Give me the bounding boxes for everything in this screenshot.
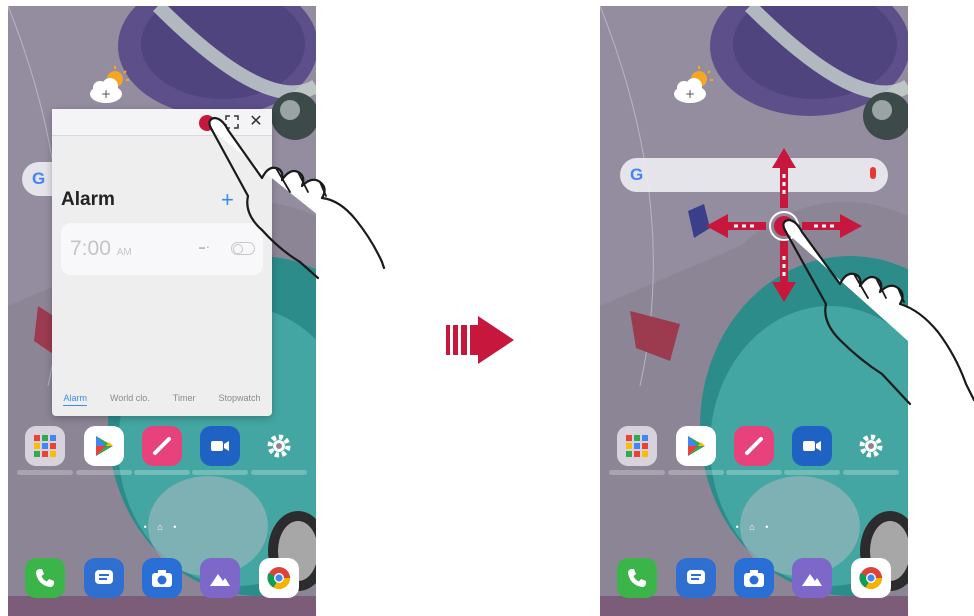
page-indicator: • ⌂ • bbox=[735, 522, 773, 532]
play-store-icon[interactable] bbox=[75, 426, 132, 475]
svg-text:+: + bbox=[101, 87, 111, 101]
google-logo: G bbox=[630, 165, 644, 184]
home-apps-row bbox=[600, 426, 908, 475]
tab-stopwatch[interactable]: Stopwatch bbox=[218, 393, 260, 406]
weather-icon[interactable]: + bbox=[670, 66, 716, 106]
left-phone-screen: + G ✕ Alarm + 7:00 AM ▬ ▪ Alarm World cl… bbox=[8, 6, 316, 616]
phone-icon[interactable] bbox=[617, 558, 658, 598]
weather-icon[interactable]: + bbox=[86, 66, 132, 106]
alarm-popup-window[interactable]: ✕ Alarm + 7:00 AM ▬ ▪ Alarm World clo. T… bbox=[52, 109, 272, 416]
apps-folder-icon[interactable] bbox=[609, 426, 666, 475]
alarm-toggle[interactable] bbox=[231, 242, 255, 255]
camera-icon[interactable] bbox=[733, 558, 774, 598]
home-apps-row bbox=[8, 426, 316, 475]
video-icon[interactable] bbox=[784, 426, 841, 475]
dock bbox=[8, 558, 316, 598]
tab-timer[interactable]: Timer bbox=[173, 393, 196, 406]
gallery-icon[interactable] bbox=[792, 558, 833, 598]
page-indicator: • ⌂ • bbox=[143, 522, 181, 532]
mic-icon[interactable] bbox=[870, 167, 876, 179]
pencil-icon[interactable] bbox=[133, 426, 190, 475]
tab-alarm[interactable]: Alarm bbox=[63, 393, 87, 406]
chrome-icon[interactable] bbox=[850, 558, 891, 598]
alarm-time: 7:00 AM bbox=[70, 237, 132, 260]
alarm-title: Alarm bbox=[61, 189, 115, 210]
transition-arrow-icon bbox=[446, 316, 514, 364]
tab-world-clock[interactable]: World clo. bbox=[110, 393, 150, 406]
settings-icon[interactable] bbox=[842, 426, 899, 475]
dock bbox=[600, 558, 908, 598]
chrome-icon[interactable] bbox=[258, 558, 299, 598]
messages-icon[interactable] bbox=[675, 558, 716, 598]
add-alarm-button[interactable]: + bbox=[221, 187, 234, 213]
popup-titlebar[interactable]: ✕ bbox=[52, 109, 272, 136]
play-store-icon[interactable] bbox=[667, 426, 724, 475]
google-logo: G bbox=[32, 169, 46, 188]
svg-text:+: + bbox=[685, 87, 695, 101]
alarm-item-card[interactable]: 7:00 AM ▬ ▪ bbox=[61, 223, 263, 275]
alarm-ampm: AM bbox=[116, 247, 132, 258]
right-phone-screen: + G • ⌂ • bbox=[600, 6, 908, 616]
pencil-icon[interactable] bbox=[725, 426, 782, 475]
messages-icon[interactable] bbox=[83, 558, 124, 598]
alarm-tab-bar: Alarm World clo. Timer Stopwatch bbox=[52, 393, 272, 406]
phone-icon[interactable] bbox=[25, 558, 66, 598]
gallery-icon[interactable] bbox=[200, 558, 241, 598]
apps-folder-icon[interactable] bbox=[17, 426, 74, 475]
camera-icon[interactable] bbox=[141, 558, 182, 598]
video-icon[interactable] bbox=[192, 426, 249, 475]
settings-icon[interactable] bbox=[250, 426, 307, 475]
search-bar[interactable]: G bbox=[620, 158, 888, 192]
alarm-days: ▬ ▪ bbox=[199, 245, 209, 251]
close-icon[interactable]: ✕ bbox=[246, 112, 266, 132]
